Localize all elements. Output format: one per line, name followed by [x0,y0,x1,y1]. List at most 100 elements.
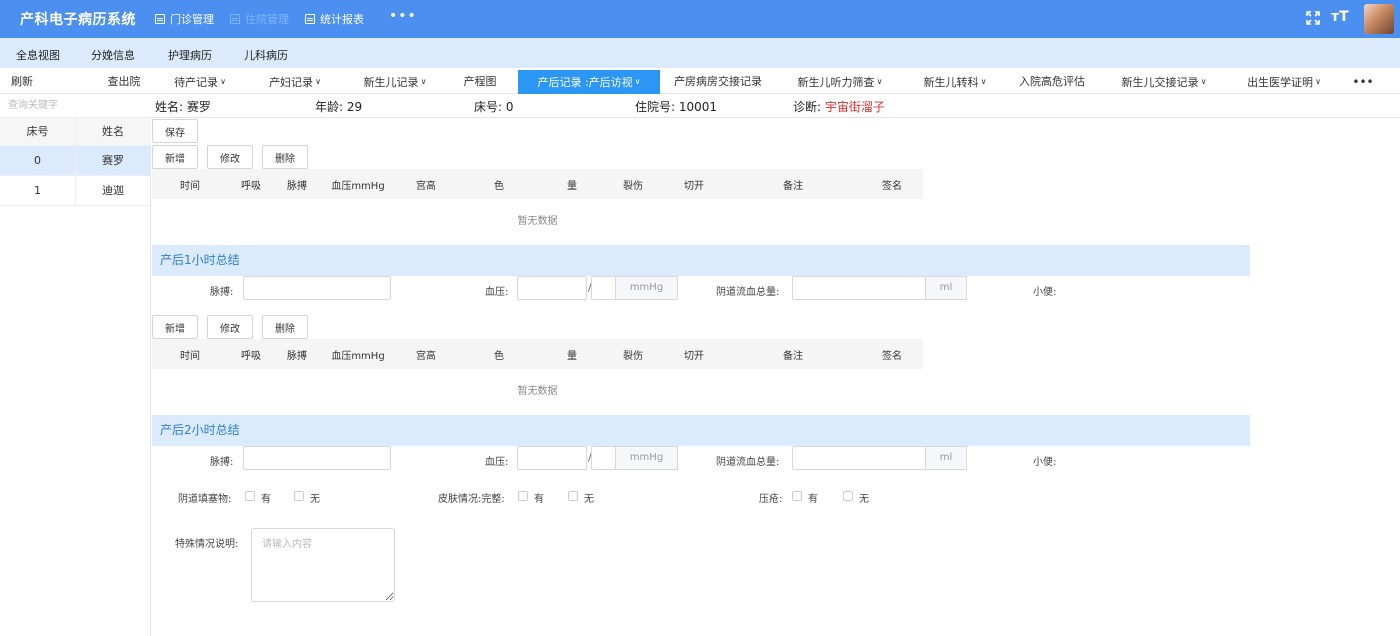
subnav-pediatric-record[interactable]: 儿科病历 [244,47,288,63]
subnav-overview[interactable]: 全息视图 [16,47,60,63]
refresh-button[interactable]: 刷新 [10,70,34,94]
tab-label: 产后记录 :产后访视 [537,76,633,89]
one-hour-records-table: 时间 呼吸 脉搏 血压mmHg 宫高 色 量 裂伤 切开 备注 签名 暂无数据 [152,169,923,245]
skin-intact-no-checkbox[interactable] [568,491,578,501]
tab-risk-assessment[interactable]: 入院高危评估 [1014,70,1090,94]
table-row[interactable]: 0 赛罗 [0,146,151,176]
pressure-sore-yes-checkbox[interactable] [792,491,802,501]
no-label: 无 [584,494,594,505]
pulse-input[interactable] [243,446,391,470]
col-signature: 签名 [882,351,902,362]
save-button[interactable]: 保存 [152,119,198,143]
patient-diagnosis: 诊断: 宇宙街溜子 [793,98,885,115]
bleeding-unit: ml [925,446,967,470]
tab-hearing-screening[interactable]: 新生儿听力筛查 ∨ [790,70,890,94]
tab-maternal-record[interactable]: 产妇记录 ∨ [260,70,330,94]
no-label: 无 [859,494,869,505]
pulse-input[interactable] [243,276,391,300]
col-bp: 血压mmHg [331,351,385,362]
name-cell: 赛罗 [75,146,150,175]
vaginal-packing-yes-checkbox[interactable] [245,491,255,501]
col-respiration: 呼吸 [241,181,261,192]
col-laceration: 裂伤 [623,181,643,192]
edit-button[interactable]: 修改 [207,145,253,169]
empty-text: 暂无数据 [517,216,558,227]
edit-button[interactable]: 修改 [207,315,253,339]
bleeding-unit: ml [925,276,967,300]
patient-table-header: 床号 姓名 [0,118,151,146]
delete-button[interactable]: 删除 [262,145,308,169]
chevron-down-icon: ∨ [980,77,987,86]
vaginal-packing-label: 阴道填塞物: [178,494,232,505]
nav-reports-label: 统计报表 [320,13,364,26]
bleeding-input[interactable] [792,276,926,300]
tab-labor-record[interactable]: 待产记录 ∨ [165,70,235,94]
col-signature: 签名 [882,181,902,192]
chevron-down-icon: ∨ [420,77,427,86]
column-bed: 床号 [26,125,49,138]
vaginal-packing-no-checkbox[interactable] [294,491,304,501]
discharged-button[interactable]: 查出院 [105,70,143,94]
name-label: 姓名: [155,100,184,114]
patient-age: 年龄: 29 [315,98,362,115]
skin-intact-yes-checkbox[interactable] [518,491,528,501]
nav-reports[interactable]: 统计报表 [305,11,364,27]
tab-birth-certificate[interactable]: 出生医学证明 ∨ [1241,70,1327,94]
bleeding-label: 阴道流血总量: [716,287,780,298]
fullscreen-icon[interactable] [1306,11,1320,25]
nav-more-button[interactable]: ••• [389,8,417,24]
add-button[interactable]: 新增 [152,145,198,169]
font-size-icon[interactable]: ᴛT [1331,9,1349,25]
admission-label: 住院号: [635,100,676,114]
bp-diastolic-input[interactable] [591,276,616,300]
subnav-delivery-info[interactable]: 分娩信息 [91,47,135,63]
tab-postpartum-record[interactable]: 产后记录 :产后访视 ∨ [518,70,660,94]
search-input[interactable] [0,94,151,118]
skin-intact-label: 皮肤情况:完整: [438,494,505,505]
tab-partogram[interactable]: 产程图 [456,70,504,94]
col-time: 时间 [180,181,200,192]
age-value: 29 [346,100,363,114]
tab-newborn-handover[interactable]: 新生儿交接记录 ∨ [1116,70,1212,94]
tab-label: 新生儿交接记录 [1121,76,1199,89]
top-bar: 产科电子病历系统 门诊管理 住院管理 统计报表 ••• ᴛT [0,0,1400,38]
tab-label: 新生儿转科 [923,76,979,89]
nav-inpatient[interactable]: 住院管理 [230,11,289,27]
subnav-nursing-record[interactable]: 护理病历 [168,47,212,63]
avatar[interactable] [1364,4,1394,34]
col-note: 备注 [783,351,803,362]
col-color: 色 [494,181,504,192]
col-fundal-height: 宫高 [416,181,436,192]
tabs-more-button[interactable]: ••• [1352,70,1374,94]
yes-label: 有 [534,494,544,505]
bp-diastolic-input[interactable] [591,446,616,470]
tab-newborn-transfer[interactable]: 新生儿转科 ∨ [918,70,992,94]
bp-systolic-input[interactable] [517,446,587,470]
pulse-label: 脉搏: [210,287,234,298]
pressure-sore-no-checkbox[interactable] [843,491,853,501]
nav-outpatient[interactable]: 门诊管理 [155,11,214,27]
yes-label: 有 [261,494,271,505]
tab-ward-handover[interactable]: 产房病房交接记录 [667,70,769,94]
tab-label: 产妇记录 [269,76,314,89]
table-header: 时间 呼吸 脉搏 血压mmHg 宫高 色 量 裂伤 切开 备注 签名 [152,339,923,369]
col-laceration: 裂伤 [623,351,643,362]
tab-newborn-record[interactable]: 新生儿记录 ∨ [355,70,435,94]
patient-bed: 床号: 0 [474,98,514,115]
no-label: 无 [310,494,320,505]
table-row[interactable]: 1 迪迦 [0,176,151,206]
col-amount: 量 [567,181,577,192]
urine-label: 小便: [1033,287,1057,298]
bp-systolic-input[interactable] [517,276,587,300]
add-button[interactable]: 新增 [152,315,198,339]
bleeding-input[interactable] [792,446,926,470]
grid-icon [155,14,165,24]
app-title: 产科电子病历系统 [20,12,136,28]
col-incision: 切开 [684,351,704,362]
delete-button[interactable]: 删除 [262,315,308,339]
bed-cell: 1 [34,184,41,197]
col-color: 色 [494,351,504,362]
special-notes-textarea[interactable] [251,528,395,602]
yes-label: 有 [808,494,818,505]
special-notes-label: 特殊情况说明: [175,539,239,550]
